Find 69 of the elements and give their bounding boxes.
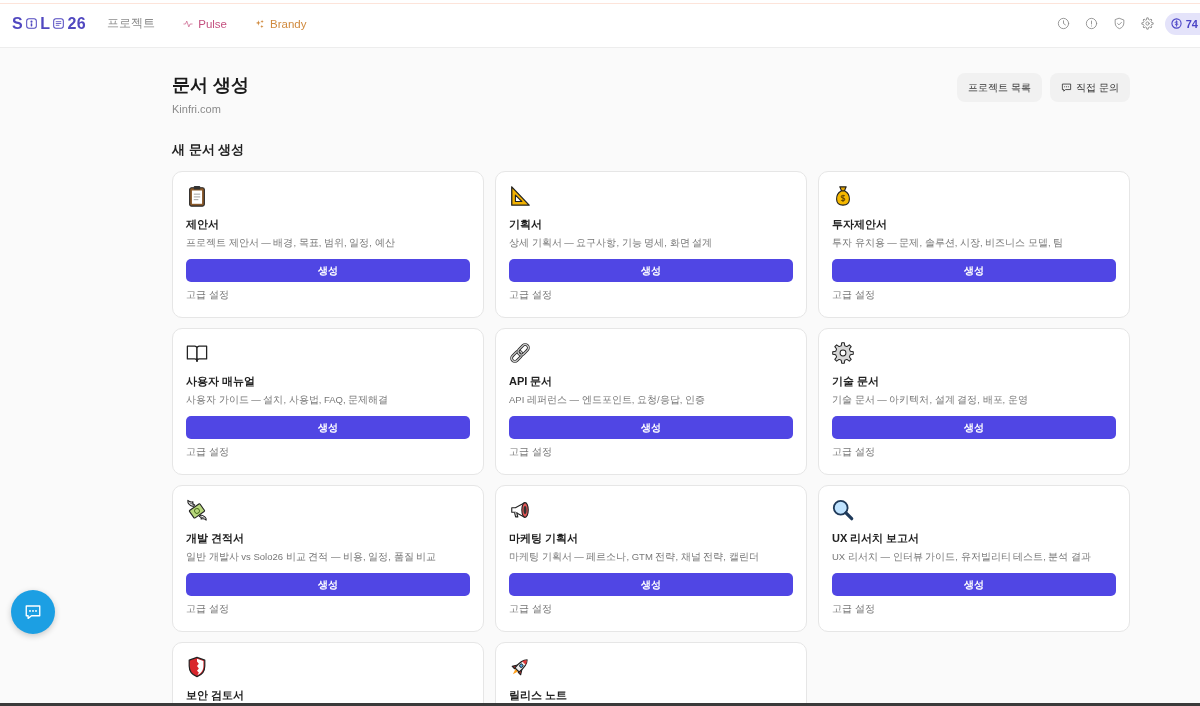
nav-link[interactable]: 프로젝트 (99, 12, 164, 35)
clock-icon[interactable] (1056, 17, 1070, 30)
coin-icon (1170, 18, 1182, 29)
book-icon (186, 342, 208, 364)
card-title: 릴리스 노트 (509, 688, 569, 702)
sparkle-icon (255, 18, 266, 29)
megaphone-icon (509, 499, 531, 521)
generate-button[interactable]: 생성 (509, 573, 793, 596)
settings-icon[interactable] (1140, 17, 1154, 30)
generate-button[interactable]: 생성 (186, 573, 470, 596)
card-title: 기획서 (509, 217, 543, 231)
page-title: 문서 생성 (172, 74, 249, 97)
credits-badge[interactable]: 74 (1164, 12, 1200, 35)
advanced-settings-link[interactable]: 고급 설정 (832, 445, 875, 459)
site-domain: Kinfri.com (172, 102, 222, 116)
card-description: 투자 유치용 — 문제, 솔루션, 시장, 비즈니스 모델, 팀 (832, 236, 1065, 249)
contact-button[interactable]: 직접 문의 (1050, 73, 1130, 102)
card-title: 개발 견적서 (186, 531, 246, 545)
advanced-settings-link[interactable]: 고급 설정 (186, 288, 229, 302)
advanced-settings-link[interactable]: 고급 설정 (186, 602, 229, 616)
shield-icon (186, 656, 208, 678)
gear-icon (832, 342, 854, 364)
section-title: 새 문서 생성 (172, 142, 246, 158)
chat-bubble-icon (1061, 82, 1073, 93)
card-title: 보안 검토서 (186, 688, 246, 702)
rocket-icon (509, 656, 531, 678)
chat-bubble-icon (24, 603, 42, 621)
card-description: 마케팅 기획서 — 페르소나, GTM 전략, 채널 전략, 캘린더 (509, 550, 760, 563)
magnifier-icon (832, 499, 854, 521)
nav-link[interactable]: Brandy (247, 13, 315, 34)
generate-button[interactable]: 생성 (509, 259, 793, 282)
card-title: 제안서 (186, 217, 220, 231)
nav-link[interactable]: Pulse (175, 13, 236, 34)
clipboard-icon (186, 185, 208, 207)
advanced-settings-link[interactable]: 고급 설정 (509, 445, 552, 459)
lines-tile-icon (53, 18, 65, 29)
shield-check-icon[interactable] (1112, 17, 1126, 30)
advanced-settings-link[interactable]: 고급 설정 (832, 288, 875, 302)
card-title: 투자제안서 (832, 217, 888, 231)
chain-link-icon (509, 342, 531, 364)
advanced-settings-link[interactable]: 고급 설정 (832, 602, 875, 616)
card-title: 마케팅 기획서 (509, 531, 580, 545)
card-description: 프로젝트 제안서 — 배경, 목표, 범위, 일정, 예산 (186, 236, 396, 249)
chat-button[interactable] (11, 590, 55, 634)
card-description: 기술 문서 — 아키텍처, 설계 결정, 배포, 운영 (832, 393, 1029, 406)
card-description: API 레퍼런스 — 엔드포인트, 요청/응답, 인증 (509, 393, 706, 406)
advanced-settings-link[interactable]: 고급 설정 (186, 445, 229, 459)
generate-button[interactable]: 생성 (832, 573, 1116, 596)
person-tile-icon (26, 18, 38, 29)
logo[interactable]: S L 26 (12, 14, 87, 33)
triangle-ruler-icon (509, 185, 531, 207)
card-description: UX 리서치 — 인터뷰 가이드, 유저빌리티 테스트, 분석 결과 (832, 550, 1093, 563)
card-title: 기술 문서 (832, 374, 881, 388)
card-title: 사용자 매뉴얼 (186, 374, 257, 388)
generate-button[interactable]: 생성 (832, 259, 1116, 282)
advanced-settings-link[interactable]: 고급 설정 (509, 288, 552, 302)
generate-button[interactable]: 생성 (186, 259, 470, 282)
generate-button[interactable]: 생성 (186, 416, 470, 439)
card-title: API 문서 (509, 374, 554, 388)
generate-button[interactable]: 생성 (509, 416, 793, 439)
card-title: UX 리서치 보고서 (832, 531, 921, 545)
card-description: 일반 개발사 vs Solo26 비교 견적 — 비용, 일정, 품질 비교 (186, 550, 438, 563)
advanced-settings-link[interactable]: 고급 설정 (509, 602, 552, 616)
pulse-icon (183, 18, 194, 29)
generate-button[interactable]: 생성 (832, 416, 1116, 439)
alert-icon[interactable] (1084, 17, 1098, 30)
card-description: 사용자 가이드 — 설치, 사용법, FAQ, 문제해결 (186, 393, 390, 406)
card-description: 상세 기획서 — 요구사항, 기능 명세, 화면 설계 (509, 236, 714, 249)
project-list-button[interactable]: 프로젝트 목록 (957, 73, 1043, 102)
